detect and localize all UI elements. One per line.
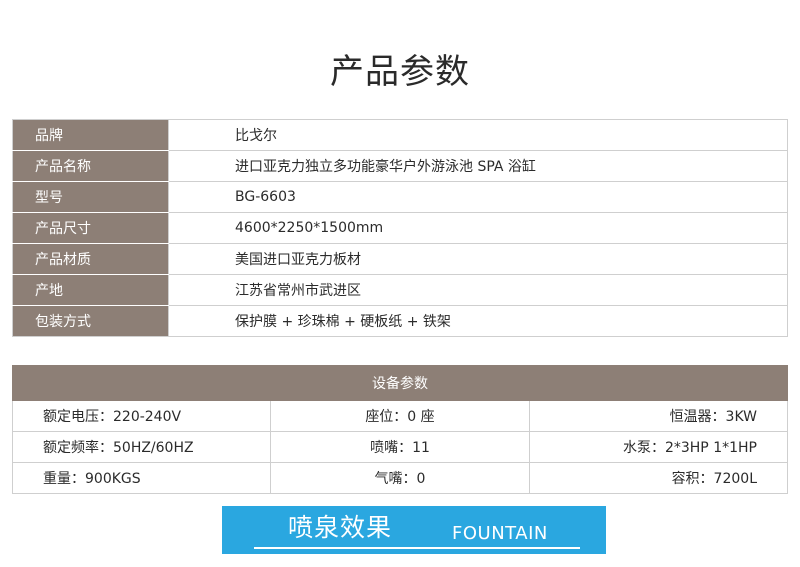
spec-row-model: 型号 BG-6603 <box>12 181 788 213</box>
equipment-cell: 额定电压：220-240V <box>12 400 271 432</box>
equipment-cell: 容积：7200L <box>529 462 788 494</box>
equipment-row: 额定电压：220-240V 座位：0 座 恒温器：3KW <box>12 400 788 432</box>
banner-title-en: FOUNTAIN <box>452 523 548 544</box>
spec-row-origin: 产地 江苏省常州市武进区 <box>12 274 788 306</box>
spec-row-size: 产品尺寸 4600*2250*1500mm <box>12 212 788 244</box>
spec-row-material: 产品材质 美国进口亚克力板材 <box>12 243 788 275</box>
equipment-cell: 喷嘴：11 <box>270 431 530 463</box>
spec-label: 产品名称 <box>12 150 169 182</box>
equipment-row: 额定频率：50HZ/60HZ 喷嘴：11 水泵：2*3HP 1*1HP <box>12 431 788 463</box>
spec-label: 品牌 <box>12 119 169 151</box>
equipment-cell: 重量：900KGS <box>12 462 271 494</box>
spec-value: 4600*2250*1500mm <box>168 212 788 244</box>
spec-row-packaging: 包装方式 保护膜 + 珍珠棉 + 硬板纸 + 铁架 <box>12 305 788 337</box>
spec-label: 产品尺寸 <box>12 212 169 244</box>
equipment-cell: 额定频率：50HZ/60HZ <box>12 431 271 463</box>
spec-value: 美国进口亚克力板材 <box>168 243 788 275</box>
spec-label: 包装方式 <box>12 305 169 337</box>
spec-row-brand: 品牌 比戈尔 <box>12 119 788 151</box>
equipment-header-row: 设备参数 <box>12 365 788 401</box>
equipment-row: 重量：900KGS 气嘴：0 容积：7200L <box>12 462 788 494</box>
equipment-cell: 气嘴：0 <box>270 462 530 494</box>
fountain-banner: 喷泉效果 FOUNTAIN <box>222 506 606 554</box>
product-spec-table: 品牌 比戈尔 产品名称 进口亚克力独立多功能豪华户外游泳池 SPA 浴缸 型号 … <box>12 119 788 337</box>
equipment-cell: 水泵：2*3HP 1*1HP <box>529 431 788 463</box>
spec-value: 比戈尔 <box>168 119 788 151</box>
spec-value: 江苏省常州市武进区 <box>168 274 788 306</box>
equipment-spec-table: 设备参数 额定电压：220-240V 座位：0 座 恒温器：3KW 额定频率：5… <box>12 365 788 494</box>
spec-label: 型号 <box>12 181 169 213</box>
banner-underline <box>254 547 580 549</box>
equipment-cell: 恒温器：3KW <box>529 400 788 432</box>
banner-title-cn: 喷泉效果 <box>288 513 393 542</box>
equipment-cell: 座位：0 座 <box>270 400 530 432</box>
spec-value: 进口亚克力独立多功能豪华户外游泳池 SPA 浴缸 <box>168 150 788 182</box>
page-title: 产品参数 <box>330 52 470 92</box>
spec-value: 保护膜 + 珍珠棉 + 硬板纸 + 铁架 <box>168 305 788 337</box>
spec-label: 产品材质 <box>12 243 169 275</box>
spec-row-product-name: 产品名称 进口亚克力独立多功能豪华户外游泳池 SPA 浴缸 <box>12 150 788 182</box>
equipment-header: 设备参数 <box>12 365 788 401</box>
spec-label: 产地 <box>12 274 169 306</box>
spec-value: BG-6603 <box>168 181 788 213</box>
